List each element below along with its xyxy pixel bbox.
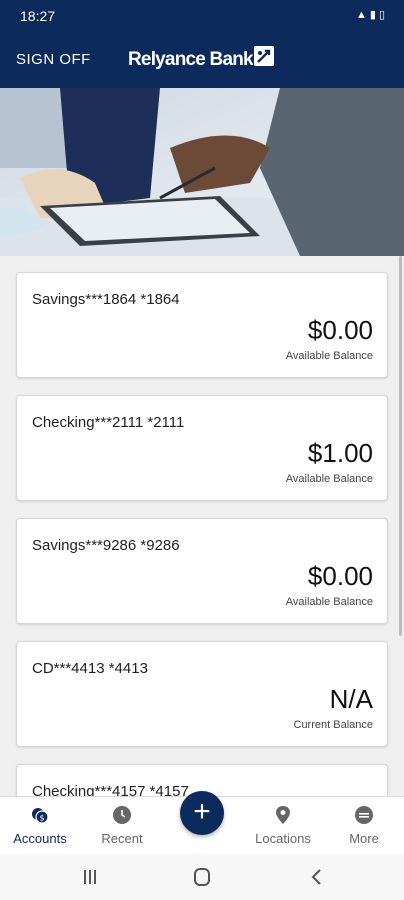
status-icons: ▲▮▯ [356, 8, 388, 21]
nav-label: Accounts [13, 831, 67, 846]
account-balance: $0.00 [307, 561, 373, 591]
hero-image [0, 88, 404, 256]
bank-logo-icon [254, 46, 274, 66]
status-bar: 18:27 ▲▮▯ [0, 0, 404, 32]
signal-icon: ▮ [369, 9, 379, 21]
nav-recent[interactable]: Recent [82, 797, 162, 854]
account-name: Checking***4157 *4157 [32, 783, 189, 796]
sign-off-button[interactable]: SIGN OFF [16, 51, 91, 68]
balance-caption: Available Balance [285, 596, 373, 608]
balance-caption: Available Balance [285, 350, 373, 362]
nav-locations[interactable]: Locations [243, 797, 323, 854]
account-balance: $1.00 [307, 438, 373, 468]
more-icon [355, 806, 373, 824]
recent-apps-icon [84, 870, 96, 884]
account-name: Savings***1864 *1864 [32, 291, 180, 308]
system-nav-bar [0, 854, 404, 900]
accounts-list[interactable]: Savings***1864 *1864 $0.00 Available Bal… [0, 256, 404, 796]
account-card[interactable]: Savings***1864 *1864 $0.00 Available Bal… [16, 272, 388, 378]
account-name: Checking***2111 *2111 [32, 414, 185, 431]
app-header: SIGN OFF Relyance Bank [0, 32, 404, 88]
status-time: 18:27 [20, 8, 56, 24]
accounts-icon: $ [32, 808, 49, 824]
add-button[interactable]: + [180, 791, 224, 835]
bottom-nav: $ Accounts Recent + Locations More [0, 791, 404, 854]
account-card[interactable]: Checking***2111 *2111 $1.00 Available Ba… [16, 395, 388, 501]
nav-accounts[interactable]: $ Accounts [0, 797, 80, 854]
home-button[interactable] [182, 866, 222, 888]
back-button[interactable] [296, 866, 336, 888]
account-card[interactable]: CD***4413 *4413 N/A Current Balance [16, 641, 388, 747]
account-card[interactable]: Savings***9286 *9286 $0.00 Available Bal… [16, 518, 388, 624]
battery-icon: ▯ [378, 9, 388, 21]
svg-text:$: $ [39, 814, 44, 823]
recent-apps-button[interactable] [70, 866, 110, 888]
home-icon [194, 868, 210, 886]
nav-label: Locations [255, 831, 311, 846]
balance-caption: Current Balance [293, 719, 374, 731]
plus-icon: + [193, 795, 211, 828]
nav-label: Recent [101, 831, 143, 846]
nav-label: More [349, 831, 379, 846]
back-icon [311, 869, 321, 885]
account-balance: N/A [329, 684, 373, 714]
location-pin-icon [276, 806, 290, 824]
account-balance: $0.00 [307, 315, 373, 345]
account-name: CD***4413 *4413 [32, 660, 148, 677]
scrollbar[interactable] [399, 256, 402, 636]
balance-caption: Available Balance [285, 473, 373, 485]
nav-more[interactable]: More [324, 797, 404, 854]
account-name: Savings***9286 *9286 [32, 537, 180, 554]
wifi-icon: ▲ [355, 9, 370, 21]
brand-name: Relyance Bank [128, 49, 254, 70]
clock-icon [113, 806, 131, 824]
